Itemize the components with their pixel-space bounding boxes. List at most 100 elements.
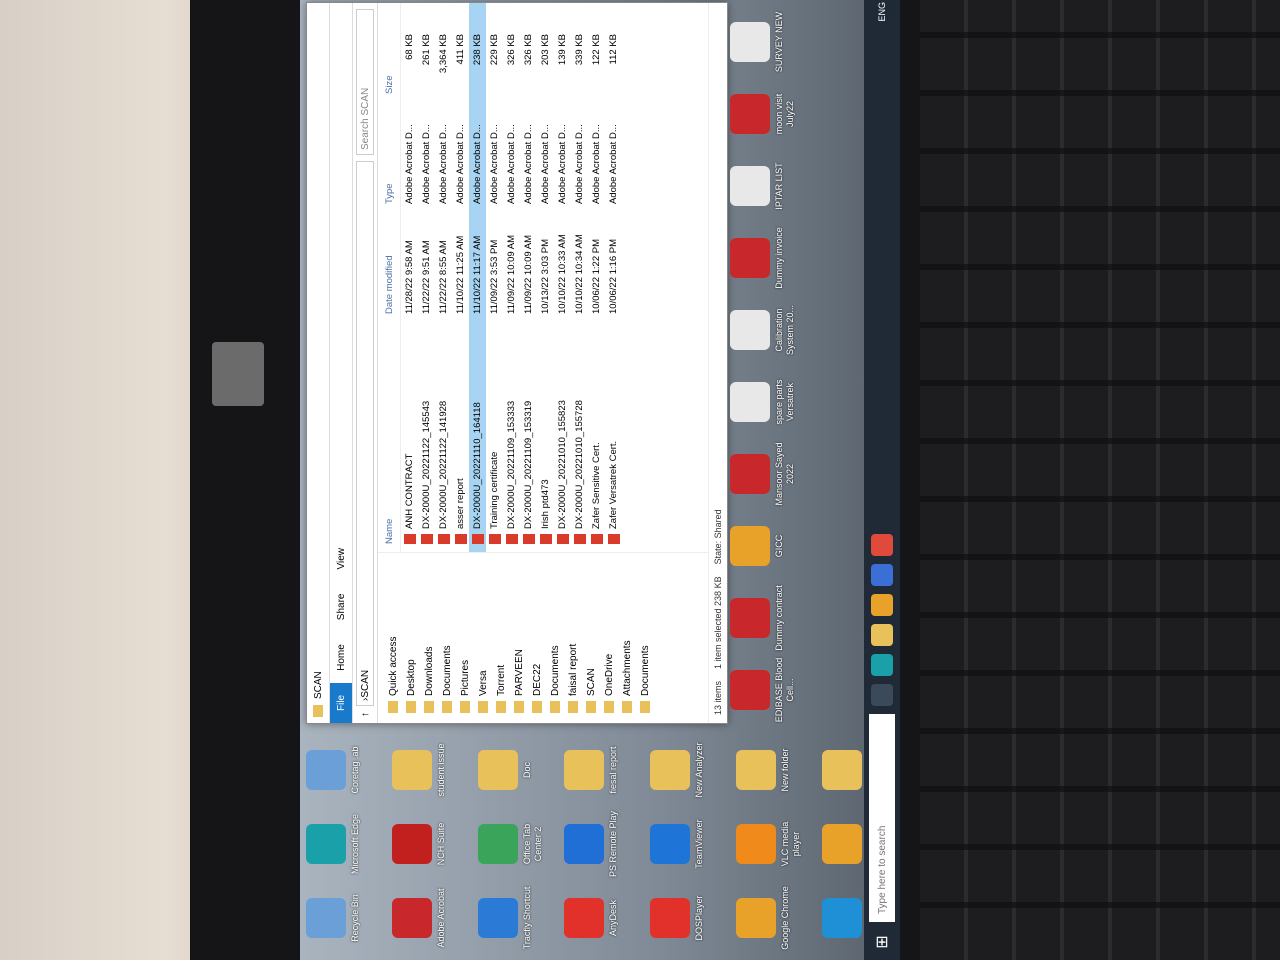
file-row[interactable]: DX-2000U_20221122_141928 11/22/22 8:55 AM… xyxy=(435,3,452,552)
desktop-shortcut[interactable]: Doc xyxy=(478,734,562,806)
app-icon xyxy=(822,824,862,864)
desktop-shortcut[interactable]: New folder xyxy=(736,734,820,806)
nav-item[interactable]: Versa xyxy=(474,553,492,723)
desktop-file[interactable]: spare parts Versatrek xyxy=(730,368,796,436)
taskbar-search[interactable]: Type here to search xyxy=(869,714,895,922)
desktop-shortcut[interactable]: Office Tab Center 2 xyxy=(478,808,562,880)
desktop-shortcut[interactable]: AnyDesk xyxy=(564,882,648,954)
ribbon-tab[interactable]: Home xyxy=(330,632,352,683)
file-row[interactable]: Zafer Versatrek Cert. 10/06/22 1:16 PM Ado… xyxy=(605,3,622,552)
nav-item[interactable]: Desktop xyxy=(402,553,420,723)
column-name[interactable]: Name xyxy=(384,314,395,544)
column-size[interactable]: Size xyxy=(384,24,395,94)
task-view-icon[interactable] xyxy=(871,684,893,706)
file-row[interactable]: DX-2000U_20221109_153333 11/09/22 10:09 A… xyxy=(503,3,520,552)
edge-icon[interactable] xyxy=(871,654,893,676)
nav-item[interactable]: Pictures xyxy=(456,553,474,723)
folder-icon xyxy=(478,701,488,713)
desktop-shortcut[interactable]: NCH Suite xyxy=(392,808,476,880)
desktop-file[interactable]: GICC xyxy=(730,512,796,580)
photos-icon[interactable] xyxy=(871,534,893,556)
nav-item-label: faisal report xyxy=(567,643,579,696)
nav-item[interactable]: Documents xyxy=(438,553,456,723)
desktop-shortcut[interactable]: Tracfly Shortcut xyxy=(478,882,562,954)
desktop-shortcut[interactable]: New Analyzer xyxy=(650,734,734,806)
desktop-shortcut[interactable]: Microsoft Edge xyxy=(306,808,390,880)
desktop-file-label: GICC xyxy=(774,534,784,558)
search-input[interactable]: Search SCAN xyxy=(356,9,374,155)
file-name-cell: Zafer Versatrek Cert. xyxy=(607,314,620,544)
file-row[interactable]: DX-2000U_20221010_155728 10/10/22 10:34 A… xyxy=(571,3,588,552)
desktop-file[interactable]: Dummy invoice xyxy=(730,224,796,292)
app-icon xyxy=(306,824,346,864)
file-row[interactable]: DX-2000U_20221109_153319 11/09/22 10:09 A… xyxy=(520,3,537,552)
desktop-shortcut[interactable]: DOSPlayer xyxy=(650,882,734,954)
address-path[interactable]: › SCAN xyxy=(356,161,374,706)
desktop-file[interactable]: Dummy contract xyxy=(730,584,796,652)
nav-item[interactable]: Downloads xyxy=(420,553,438,723)
file-row[interactable]: DX-2000U_20221122_145543 11/22/22 9:51 AM… xyxy=(418,3,435,552)
desktop-file[interactable]: SURVEY NEW xyxy=(730,8,796,76)
file-explorer-icon[interactable] xyxy=(871,624,893,646)
file-icon xyxy=(730,670,770,710)
desktop-file[interactable]: IPTAR LIST xyxy=(730,152,796,220)
desktop-shortcut[interactable]: Adobe Acrobat xyxy=(392,882,476,954)
pdf-icon xyxy=(471,534,484,544)
desktop-shortcut[interactable]: fiesal report xyxy=(564,734,648,806)
ribbon-tab[interactable]: Share xyxy=(330,582,352,633)
folder-icon xyxy=(442,701,452,713)
chrome-icon[interactable] xyxy=(871,594,893,616)
desktop-file[interactable]: Mansoor Sayed 2022 xyxy=(730,440,796,508)
nav-item[interactable]: PARVEEN xyxy=(510,553,528,723)
app-icon xyxy=(650,750,690,790)
desktop-shortcut[interactable]: student issue xyxy=(392,734,476,806)
nav-item[interactable]: Attachments xyxy=(618,553,636,723)
file-icon xyxy=(730,22,770,62)
file-name: DX-2000U_20221122_141928 xyxy=(438,400,449,529)
windows-icon[interactable]: ⊞ xyxy=(870,930,894,954)
system-tray[interactable]: ENG xyxy=(877,0,887,22)
ribbon-tab[interactable]: File xyxy=(330,682,352,723)
file-row[interactable]: Training certificate 11/09/22 3:53 PM Adob… xyxy=(486,3,503,552)
desktop-file[interactable]: Calibration System 20... xyxy=(730,296,796,364)
file-date: 11/09/22 10:09 AM xyxy=(523,234,534,314)
nav-item-label: DEC22 xyxy=(531,663,543,696)
nav-item[interactable]: OneDrive xyxy=(600,553,618,723)
nav-item[interactable]: DEC22 xyxy=(528,553,546,723)
nav-item[interactable]: Torrent xyxy=(492,553,510,723)
file-row[interactable]: Zafer Sensitive Cert. 10/06/22 1:22 PM Ado… xyxy=(588,3,605,552)
desktop-shortcut[interactable]: PS Remote Play xyxy=(564,808,648,880)
file-row[interactable]: asser report 11/10/22 11:25 AM Adobe Acrob… xyxy=(452,3,469,552)
laptop-screen: Recycle Bin Microsoft Edge Coretag .ab Adob… xyxy=(300,0,900,960)
pdf-icon xyxy=(505,534,518,544)
desktop-file[interactable]: moon visit July22 xyxy=(730,80,796,148)
file-row[interactable]: DX-2000U_20221110_164118 11/10/22 11:17 A… xyxy=(469,3,486,552)
nav-item[interactable]: Documents xyxy=(636,553,654,723)
nav-item-label: Documents xyxy=(639,645,651,696)
nav-item[interactable]: SCAN xyxy=(582,553,600,723)
webcam-cover xyxy=(212,342,264,406)
nav-item[interactable]: faisal report xyxy=(564,553,582,723)
file-row[interactable]: DX-2000U_20221010_155823 10/10/22 10:33 A… xyxy=(554,3,571,552)
nav-item[interactable]: Documents xyxy=(546,553,564,723)
desktop-file[interactable]: EDIBASE Blood Cell... xyxy=(730,656,796,724)
desktop-shortcut[interactable]: Recycle Bin xyxy=(306,882,390,954)
column-date[interactable]: Date modified xyxy=(384,204,395,314)
desktop-shortcut[interactable]: VLC media player xyxy=(736,808,820,880)
app-icon xyxy=(306,750,346,790)
file-name-cell: DX-2000U_20221122_145543 xyxy=(420,314,433,544)
column-type[interactable]: Type xyxy=(384,94,395,204)
file-icon xyxy=(730,310,770,350)
ribbon-tab[interactable]: View xyxy=(330,536,352,582)
desktop-shortcut[interactable]: Coretag .ab xyxy=(306,734,390,806)
store-icon[interactable] xyxy=(871,564,893,586)
file-row[interactable]: Irish ptd473 10/13/22 3:03 PM Adobe Acroba… xyxy=(537,3,554,552)
desktop-shortcut[interactable]: Google Chrome xyxy=(736,882,820,954)
app-icon xyxy=(564,750,604,790)
desktop-shortcut[interactable]: TeamViewer xyxy=(650,808,734,880)
desktop-shortcut-label: Google Chrome xyxy=(780,886,790,950)
nav-item[interactable]: Quick access xyxy=(384,553,402,723)
file-row[interactable]: ANH CONTRACT 11/28/22 9:58 AM Adobe Acroba… xyxy=(401,3,418,552)
folder-icon xyxy=(604,701,614,713)
up-arrow-icon[interactable]: ↑ xyxy=(360,712,371,717)
